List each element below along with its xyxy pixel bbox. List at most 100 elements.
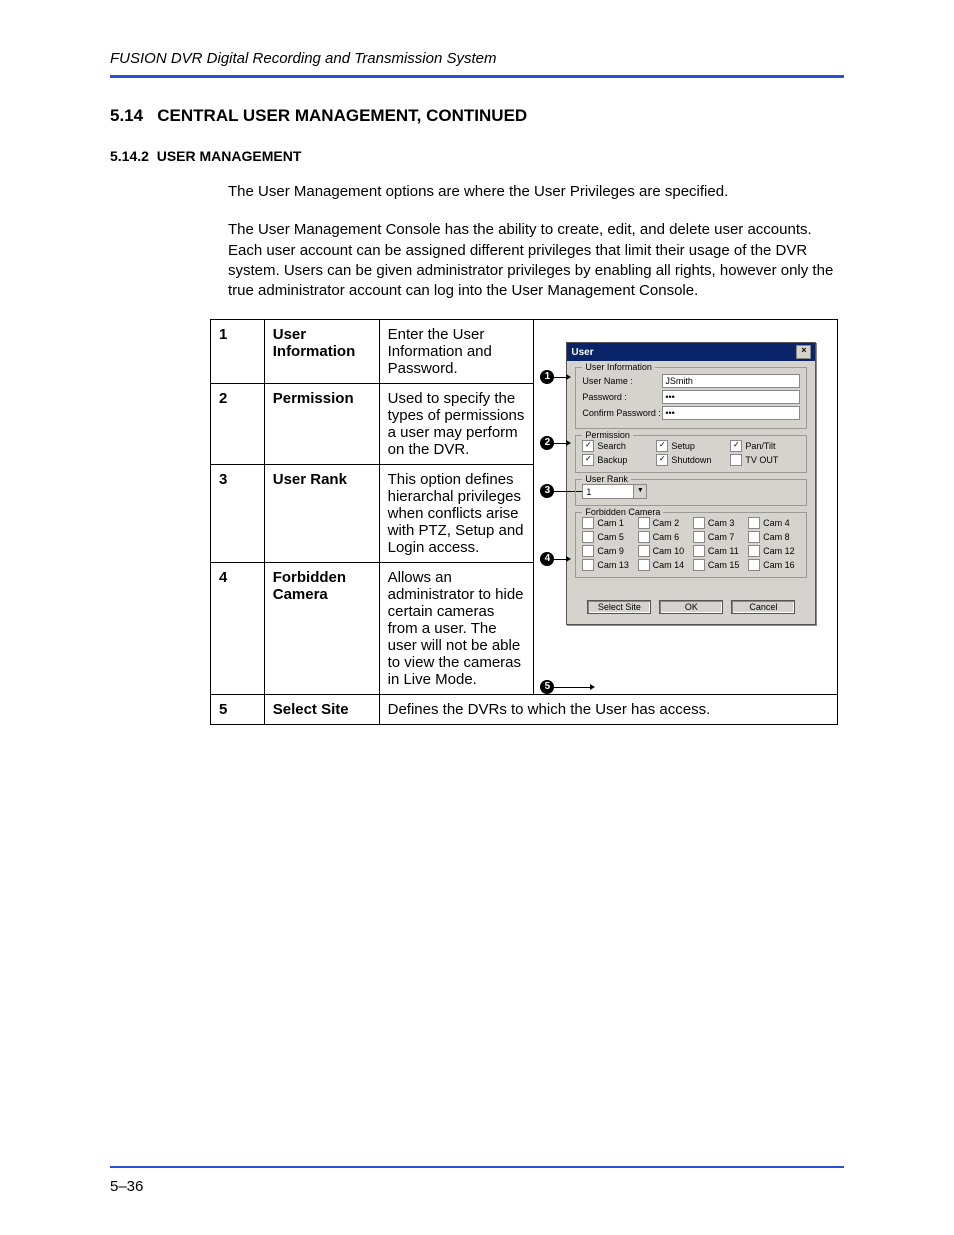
checkbox-label: Cam 6 <box>653 532 680 542</box>
definition-table: 1 User Information Enter the User Inform… <box>210 319 838 725</box>
section-title: CENTRAL USER MANAGEMENT, CONTINUED <box>157 106 527 125</box>
permission-checkbox[interactable]: ✓Shutdown <box>656 454 726 466</box>
close-icon[interactable]: × <box>796 345 811 359</box>
subsection-number: 5.14.2 <box>110 148 149 164</box>
camera-checkbox[interactable]: Cam 1 <box>582 517 634 529</box>
row-desc: Enter the User Information and Password. <box>379 320 534 384</box>
checkbox-box: ✓ <box>656 440 668 452</box>
paragraph-2: The User Management Console has the abil… <box>228 220 844 301</box>
checkbox-label: Cam 7 <box>708 532 735 542</box>
checkbox-box: ✓ <box>582 454 594 466</box>
row-number: 3 <box>211 465 265 563</box>
forbidden-camera-group: Forbidden Camera Cam 1Cam 2Cam 3Cam 4Cam… <box>575 512 807 578</box>
checkbox-box <box>582 531 594 543</box>
permission-checkbox[interactable]: ✓Pan/Tilt <box>730 440 800 452</box>
cancel-button[interactable]: Cancel <box>731 600 795 614</box>
camera-checkbox[interactable]: Cam 8 <box>748 531 800 543</box>
checkbox-box <box>582 517 594 529</box>
camera-checkbox[interactable]: Cam 5 <box>582 531 634 543</box>
checkbox-box <box>582 559 594 571</box>
checkbox-box: ✓ <box>582 440 594 452</box>
group-label: Permission <box>582 430 633 440</box>
permission-checkbox[interactable]: ✓Backup <box>582 454 652 466</box>
user-rank-select[interactable]: 1 ▼ <box>582 484 647 499</box>
confirm-password-label: Confirm Password : <box>582 408 662 418</box>
checkbox-box <box>638 545 650 557</box>
camera-checkbox[interactable]: Cam 15 <box>693 559 745 571</box>
row-name: User Rank <box>264 465 379 563</box>
permission-checkbox[interactable]: TV OUT <box>730 454 800 466</box>
confirm-password-input[interactable]: ••• <box>662 406 800 420</box>
checkbox-label: Cam 4 <box>763 518 790 528</box>
row-name: Forbidden Camera <box>264 563 379 695</box>
checkbox-box <box>693 545 705 557</box>
page-number: 5–36 <box>110 1178 844 1195</box>
checkbox-box <box>638 517 650 529</box>
checkbox-label: Search <box>597 441 626 451</box>
checkbox-box <box>748 531 760 543</box>
user-dialog: User × User Information User Name : JSmi… <box>566 342 816 625</box>
camera-checkbox[interactable]: Cam 7 <box>693 531 745 543</box>
row-number: 5 <box>211 695 265 725</box>
ok-button[interactable]: OK <box>659 600 723 614</box>
dialog-title-text: User <box>571 347 593 358</box>
checkbox-box <box>638 559 650 571</box>
camera-checkbox[interactable]: Cam 13 <box>582 559 634 571</box>
callout-1: 1 <box>540 370 571 384</box>
rank-value: 1 <box>586 487 591 497</box>
dialog-titlebar: User × <box>567 343 815 361</box>
checkbox-label: Pan/Tilt <box>745 441 775 451</box>
page-footer: 5–36 <box>110 1166 844 1195</box>
username-input[interactable]: JSmith <box>662 374 800 388</box>
row-desc: Used to specify the types of permissions… <box>379 384 534 465</box>
checkbox-label: Cam 11 <box>708 546 739 556</box>
checkbox-label: Backup <box>597 455 627 465</box>
permission-group: Permission ✓Search✓Setup✓Pan/Tilt✓Backup… <box>575 435 807 473</box>
checkbox-box <box>582 545 594 557</box>
subsection-title: USER MANAGEMENT <box>157 148 302 164</box>
checkbox-box <box>730 454 742 466</box>
subsection-heading: 5.14.2 USER MANAGEMENT <box>110 148 844 164</box>
row-desc: Allows an administrator to hide certain … <box>379 563 534 695</box>
paragraph-1: The User Management options are where th… <box>228 182 844 202</box>
select-site-button[interactable]: Select Site <box>587 600 651 614</box>
checkbox-label: Cam 12 <box>763 546 795 556</box>
checkbox-label: TV OUT <box>745 455 778 465</box>
callout-2: 2 <box>540 436 571 450</box>
dialog-screenshot-cell: 1 2 3 4 5 User × User Information U <box>534 320 838 695</box>
document-header: FUSION DVR Digital Recording and Transmi… <box>110 50 844 67</box>
row-name: Select Site <box>264 695 379 725</box>
header-divider <box>110 75 844 78</box>
row-name: User Information <box>264 320 379 384</box>
camera-checkbox[interactable]: Cam 2 <box>638 517 690 529</box>
checkbox-box <box>693 517 705 529</box>
callout-4: 4 <box>540 552 571 566</box>
camera-checkbox[interactable]: Cam 6 <box>638 531 690 543</box>
permission-checkbox[interactable]: ✓Setup <box>656 440 726 452</box>
camera-checkbox[interactable]: Cam 16 <box>748 559 800 571</box>
password-input[interactable]: ••• <box>662 390 800 404</box>
camera-checkbox[interactable]: Cam 9 <box>582 545 634 557</box>
row-desc: Defines the DVRs to which the User has a… <box>379 695 837 725</box>
checkbox-label: Cam 14 <box>653 560 685 570</box>
camera-checkbox[interactable]: Cam 3 <box>693 517 745 529</box>
checkbox-label: Cam 1 <box>597 518 624 528</box>
group-label: User Rank <box>582 474 631 484</box>
row-number: 1 <box>211 320 265 384</box>
checkbox-box: ✓ <box>656 454 668 466</box>
user-rank-group: User Rank 1 ▼ <box>575 479 807 506</box>
camera-checkbox[interactable]: Cam 12 <box>748 545 800 557</box>
checkbox-box <box>638 531 650 543</box>
checkbox-label: Cam 10 <box>653 546 685 556</box>
checkbox-label: Shutdown <box>671 455 711 465</box>
camera-checkbox[interactable]: Cam 11 <box>693 545 745 557</box>
row-desc: This option defines hierarchal privilege… <box>379 465 534 563</box>
chevron-down-icon: ▼ <box>633 485 646 498</box>
group-label: User Information <box>582 362 655 372</box>
permission-checkbox[interactable]: ✓Search <box>582 440 652 452</box>
camera-checkbox[interactable]: Cam 10 <box>638 545 690 557</box>
camera-checkbox[interactable]: Cam 4 <box>748 517 800 529</box>
footer-divider <box>110 1166 844 1168</box>
camera-checkbox[interactable]: Cam 14 <box>638 559 690 571</box>
checkbox-label: Setup <box>671 441 695 451</box>
